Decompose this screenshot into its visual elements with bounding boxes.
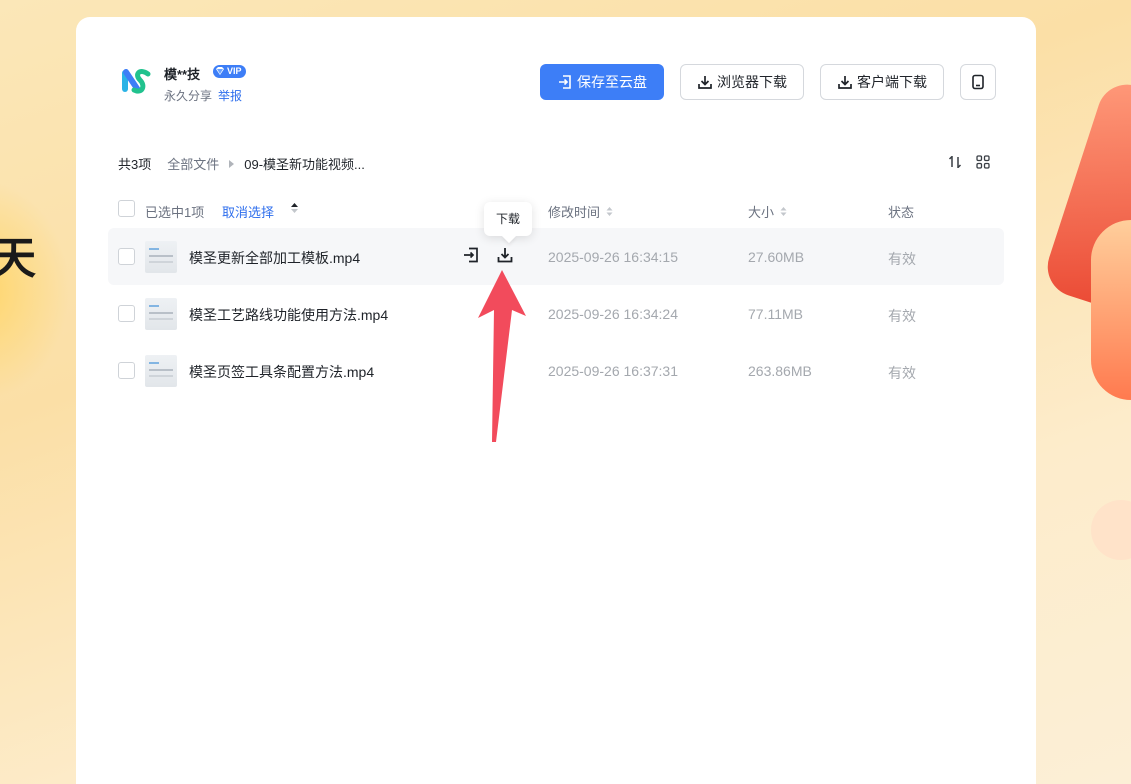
sort-toggle-button[interactable] <box>948 155 962 174</box>
video-thumbnail <box>145 298 177 330</box>
table-row[interactable]: 模圣更新全部加工模板.mp4 2025-09-26 16:34:15 27.60… <box>108 228 1004 285</box>
browser-download-label: 浏览器下载 <box>717 74 787 90</box>
row-download-button[interactable] <box>496 246 514 269</box>
file-modified: 2025-09-26 16:34:15 <box>548 249 678 265</box>
column-modified-label: 修改时间 <box>548 205 601 220</box>
share-header: 模**技 VIP 永久分享 举报 保存至云盘 浏览器下载 客户端下载 <box>120 62 996 104</box>
column-size[interactable]: 大小 <box>748 202 787 221</box>
view-tools <box>948 155 990 174</box>
mobile-button[interactable] <box>960 64 996 100</box>
brand-logo <box>122 69 151 94</box>
save-to-cloud-icon <box>464 247 478 263</box>
breadcrumb: 共3项 全部文件 09-模圣新功能视频... <box>118 154 365 173</box>
save-to-cloud-button[interactable]: 保存至云盘 <box>540 64 664 100</box>
download-tooltip: 下载 <box>484 202 532 236</box>
phone-icon <box>972 74 984 90</box>
background-decoration <box>1091 220 1131 400</box>
row-checkbox[interactable] <box>118 305 135 322</box>
background-glow <box>0 180 70 400</box>
breadcrumb-current: 09-模圣新功能视频... <box>244 157 365 172</box>
file-status: 有效 <box>888 308 916 324</box>
selected-count: 已选中1项 <box>145 205 205 220</box>
diamond-icon <box>216 67 224 75</box>
table-row[interactable]: 模圣页签工具条配置方法.mp4 2025-09-26 16:37:31 263.… <box>108 342 1004 399</box>
file-name[interactable]: 模圣更新全部加工模板.mp4 <box>189 248 360 268</box>
table-header: 已选中1项 取消选择 修改时间 大小 状态 <box>118 200 1004 220</box>
column-modified[interactable]: 修改时间 <box>548 202 613 221</box>
download-icon <box>838 76 852 89</box>
video-thumbnail <box>145 241 177 273</box>
background-decoration <box>1091 500 1131 560</box>
annotation-arrow <box>478 270 526 442</box>
save-to-cloud-label: 保存至云盘 <box>577 74 647 90</box>
background-decoration: 天 <box>0 233 36 284</box>
owner-name: 模**技 <box>164 67 201 82</box>
table-row[interactable]: 模圣工艺路线功能使用方法.mp4 2025-09-26 16:34:24 77.… <box>108 285 1004 342</box>
file-name[interactable]: 模圣工艺路线功能使用方法.mp4 <box>189 305 388 325</box>
browser-download-button[interactable]: 浏览器下载 <box>680 64 804 100</box>
sort-caret-icon <box>780 207 787 216</box>
item-count: 共3项 <box>118 157 152 172</box>
sort-caret-icon <box>606 207 613 216</box>
file-size: 77.11MB <box>748 306 803 322</box>
row-checkbox[interactable] <box>118 248 135 265</box>
video-thumbnail <box>145 355 177 387</box>
name-sort-icon[interactable] <box>290 201 299 215</box>
sort-icon <box>948 155 962 169</box>
share-type: 永久分享 <box>164 89 213 103</box>
file-name[interactable]: 模圣页签工具条配置方法.mp4 <box>189 362 374 382</box>
vip-badge: VIP <box>213 65 246 78</box>
grid-view-button[interactable] <box>976 155 990 174</box>
file-size: 27.60MB <box>748 249 805 265</box>
file-modified: 2025-09-26 16:34:24 <box>548 306 678 322</box>
save-to-cloud-icon <box>559 75 571 89</box>
client-download-button[interactable]: 客户端下载 <box>820 64 944 100</box>
column-status: 状态 <box>888 202 914 221</box>
row-actions <box>462 246 514 269</box>
share-card: 模**技 VIP 永久分享 举报 保存至云盘 浏览器下载 客户端下载 共3项 全… <box>76 17 1036 784</box>
file-status: 有效 <box>888 365 916 381</box>
download-icon <box>698 76 712 89</box>
file-status: 有效 <box>888 251 916 267</box>
report-link[interactable]: 举报 <box>218 87 242 104</box>
breadcrumb-root[interactable]: 全部文件 <box>167 154 219 173</box>
cancel-selection-link[interactable]: 取消选择 <box>222 202 274 221</box>
download-icon <box>497 248 513 263</box>
row-save-button[interactable] <box>462 246 480 269</box>
select-all-checkbox[interactable] <box>118 200 135 217</box>
breadcrumb-separator-icon <box>229 159 235 168</box>
file-modified: 2025-09-26 16:37:31 <box>548 363 678 379</box>
grid-view-icon <box>976 155 990 169</box>
column-status-label: 状态 <box>888 205 915 220</box>
vip-label: VIP <box>227 66 242 76</box>
file-size: 263.86MB <box>748 363 812 379</box>
row-checkbox[interactable] <box>118 362 135 379</box>
column-size-label: 大小 <box>748 205 775 220</box>
client-download-label: 客户端下载 <box>857 74 927 90</box>
